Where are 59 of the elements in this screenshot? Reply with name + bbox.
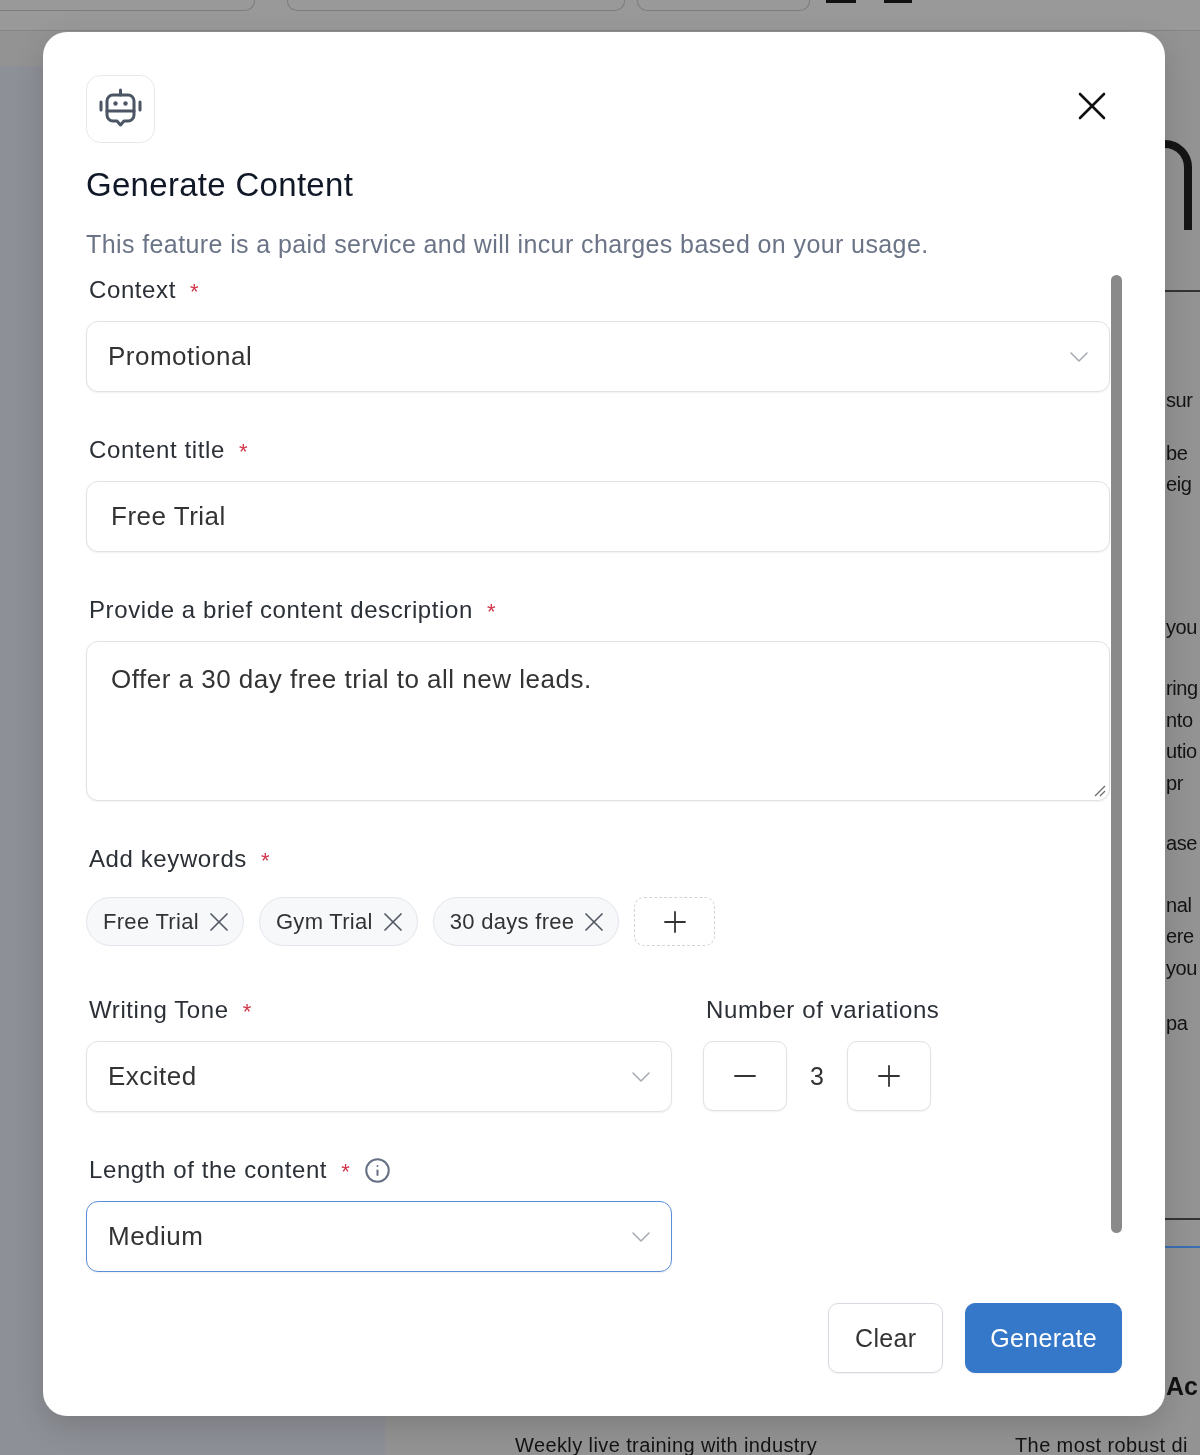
- select-field[interactable]: Medium: [86, 1201, 672, 1272]
- field-label: Content title: [89, 436, 225, 464]
- clear-button[interactable]: Clear: [828, 1303, 944, 1373]
- field-label: Provide a brief content description: [89, 596, 473, 624]
- background-text: ase: [1166, 831, 1198, 856]
- field-label: Writing Tone: [89, 996, 229, 1024]
- close-icon[interactable]: [383, 912, 402, 931]
- keyword-tag[interactable]: Free Trial: [86, 897, 244, 946]
- quantity-value: 3: [809, 1061, 825, 1091]
- required-asterisk: *: [238, 441, 248, 459]
- scrollbar-thumb[interactable]: [1111, 275, 1122, 1233]
- field-label: Number of variations: [706, 996, 940, 1024]
- background-text: nto: [1166, 707, 1193, 733]
- required-asterisk: *: [242, 1001, 252, 1019]
- field-label: Context: [89, 276, 176, 304]
- field-label: Length of the content: [89, 1156, 328, 1184]
- dialog-description: This feature is a paid service and will incur charges based on your usage.: [86, 230, 929, 258]
- textarea-field[interactable]: Offer a 30 day free trial to all new leads.: [86, 641, 1110, 801]
- keyword-tag[interactable]: Gym Trial: [258, 897, 418, 946]
- resize-handle-icon[interactable]: [1094, 785, 1106, 797]
- required-asterisk: *: [486, 601, 496, 619]
- close-button[interactable]: [1079, 93, 1105, 119]
- background-text: eig: [1166, 472, 1192, 497]
- text-input[interactable]: Free Trial: [86, 481, 1110, 552]
- background-text: pa: [1166, 1011, 1188, 1036]
- background-text: sur: [1166, 388, 1193, 413]
- minus-icon: [734, 1075, 756, 1077]
- required-asterisk: *: [189, 281, 199, 299]
- field-label: Add keywords: [89, 845, 247, 873]
- background-text: nal: [1166, 892, 1192, 918]
- robot-icon: [86, 75, 155, 143]
- close-icon: [1079, 93, 1105, 119]
- background-text: The most robust di: [1015, 1435, 1188, 1455]
- background-text: ere: [1166, 924, 1194, 949]
- select-field[interactable]: Excited: [86, 1041, 672, 1112]
- required-asterisk: *: [260, 850, 270, 868]
- background-bar: [884, 0, 912, 3]
- plus-icon: [878, 1065, 900, 1087]
- chevron-down-icon: [1070, 351, 1088, 362]
- background-text: you: [1166, 614, 1198, 640]
- background-text: you: [1166, 955, 1198, 981]
- generate-button[interactable]: Generate: [965, 1303, 1122, 1373]
- keyword-tag[interactable]: 30 days free: [432, 897, 620, 946]
- chevron-down-icon: [632, 1071, 650, 1082]
- background-bar: [826, 0, 856, 3]
- chevron-down-icon: [632, 1231, 650, 1242]
- background-text: ring: [1166, 676, 1198, 701]
- plus-icon: [663, 910, 686, 933]
- background-text: utio: [1166, 739, 1197, 764]
- background-text: be: [1166, 440, 1188, 466]
- required-asterisk: *: [341, 1161, 350, 1179]
- add-keyword-button[interactable]: [634, 897, 716, 946]
- close-icon[interactable]: [209, 912, 228, 931]
- info-icon[interactable]: [363, 1156, 391, 1184]
- background-text: pr: [1166, 770, 1183, 796]
- close-icon[interactable]: [585, 912, 604, 931]
- dialog-title: Generate Content: [86, 167, 354, 203]
- background-heading: Ac: [1166, 1370, 1198, 1402]
- select-field[interactable]: Promotional: [86, 321, 1110, 392]
